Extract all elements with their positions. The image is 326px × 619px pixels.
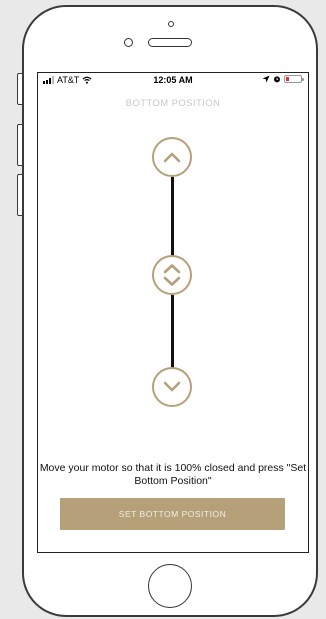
proximity-sensor	[168, 21, 174, 27]
alarm-icon	[274, 76, 280, 83]
location-arrow-icon	[262, 75, 270, 83]
stop-button[interactable]	[152, 255, 192, 295]
set-bottom-position-button[interactable]: SET BOTTOM POSITION	[60, 498, 285, 530]
instruction-text: Move your motor so that it is 100% close…	[39, 462, 307, 487]
chevron-up-icon	[163, 152, 181, 163]
page-title: BOTTOM POSITION	[125, 98, 221, 109]
status-bar: AT&T 12:05 AM	[38, 73, 308, 89]
chevron-down-icon	[163, 381, 181, 392]
battery-icon	[284, 75, 304, 83]
up-down-chevron-icon	[163, 264, 181, 286]
front-camera	[124, 38, 133, 47]
app-screen: AT&T 12:05 AM BOTTOM POSITION Move your …	[37, 72, 309, 553]
earpiece-speaker	[148, 38, 192, 47]
home-button[interactable]	[148, 564, 192, 608]
move-down-button[interactable]	[152, 367, 192, 407]
status-right	[262, 75, 304, 83]
battery-level	[286, 77, 289, 81]
track-line-upper	[171, 177, 174, 256]
move-up-button[interactable]	[152, 137, 192, 177]
